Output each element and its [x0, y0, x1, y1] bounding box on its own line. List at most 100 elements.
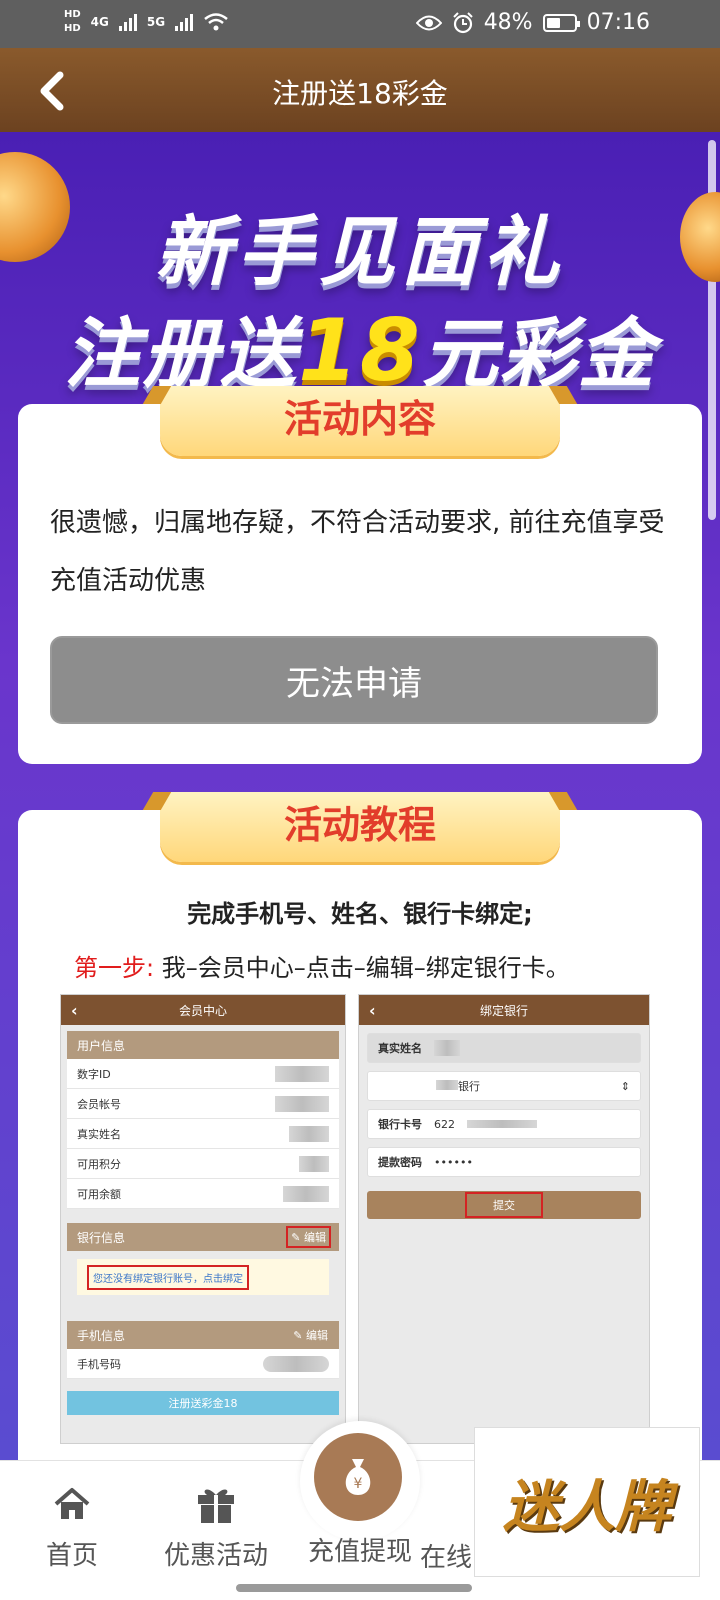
info-row-label: 可用积分 [77, 1157, 121, 1171]
screenshot-submit: 提交 [367, 1191, 641, 1219]
tab-home[interactable]: 首页 [2, 1479, 142, 1572]
chevron-left-icon: ‹ [71, 1000, 78, 1020]
info-row: 手机号码 [67, 1349, 339, 1379]
member-center-screenshot: ‹ 会员中心 用户信息 数字ID 会员帐号 真实姓名 可用积分 可用余额 银行信… [60, 994, 346, 1444]
status-left: HD HD 4G 5G [64, 8, 229, 36]
info-row-label: 手机号码 [77, 1357, 121, 1371]
tab-home-label: 首页 [45, 1541, 98, 1571]
blurred-value [263, 1355, 329, 1372]
wifi-icon [204, 13, 228, 31]
tab-recharge[interactable]: 充值提现 [290, 1531, 430, 1568]
alarm-icon [452, 11, 473, 33]
signal-icon-1 [118, 13, 137, 31]
blurred-value [289, 1125, 329, 1142]
hd-indicator: HD HD [64, 8, 81, 36]
blurred-value [283, 1185, 329, 1202]
battery-icon [542, 13, 580, 32]
name-label: 真实姓名 [378, 1042, 422, 1055]
hero-title: 新手见面礼 [155, 207, 565, 296]
money-bag-icon: ¥ [314, 1433, 402, 1521]
edit-label: 编辑 [304, 1231, 326, 1244]
bank-select-row: 银行 ⇕ [367, 1071, 641, 1101]
blurred-value [436, 1080, 458, 1090]
info-row-label: 数字ID [77, 1067, 111, 1081]
bank-select-value: 银行 [378, 1078, 480, 1094]
info-row: 真实姓名 [67, 1119, 339, 1149]
network-5g-label: 5G [146, 15, 166, 29]
page-title: 注册送18彩金 [272, 77, 448, 110]
screenshot-header: ‹ 会员中心 [61, 995, 345, 1025]
tab-online[interactable]: 在线 [420, 1531, 480, 1574]
status-right: 48% 07:16 [415, 10, 650, 35]
hd-label-1: HD [64, 9, 81, 20]
info-row: 数字ID [67, 1059, 339, 1089]
tab-online-label: 在线 [420, 1543, 473, 1573]
info-row: 可用积分 [67, 1149, 339, 1179]
apply-button[interactable]: 无法申请 [50, 636, 658, 724]
blurred-value [299, 1155, 329, 1172]
gift-icon [146, 1479, 286, 1529]
screenshot-header: ‹ 绑定银行 [359, 995, 649, 1025]
blurred-value [275, 1095, 329, 1112]
step-label: 第一步: [74, 954, 155, 982]
hero-banner: 新手见面礼 注册送18元彩金 [0, 132, 720, 402]
bind-prompt-box: 您还没有绑定银行账号，点击绑定 [77, 1259, 329, 1295]
tutorial-heading: 完成手机号、姓名、银行卡绑定; [187, 900, 533, 928]
edit-tag: ✎ 编辑 [293, 1329, 328, 1342]
tab-promotions-label: 优惠活动 [163, 1541, 268, 1571]
tutorial-step: 第一步: 我–会员中心–点击–编辑–绑定银行卡。 [74, 948, 570, 983]
blurred-value [467, 1120, 537, 1128]
edit-label: 编辑 [306, 1329, 328, 1342]
phone-info-header: 手机信息 ✎ 编辑 [67, 1321, 339, 1349]
network-4g-label: 4G [90, 15, 109, 29]
chevron-updown-icon: ⇕ [620, 1079, 630, 1093]
password-value: •••••• [434, 1155, 473, 1169]
submit-label: 提交 [465, 1192, 543, 1218]
svg-text:¥: ¥ [354, 1476, 363, 1492]
watermark-logo: 迷人牌 [474, 1427, 700, 1577]
battery-percent: 48% [483, 10, 533, 35]
bank-info-header: 银行信息 ✎ 编辑 [67, 1223, 339, 1251]
blurred-value [434, 1040, 460, 1056]
activity-card: 活动内容 很遗憾，归属地存疑，不符合活动要求, 前往充值享受充值活动优惠 无法申… [18, 386, 702, 764]
tab-recharge-label: 充值提现 [307, 1537, 412, 1567]
hd-label-2: HD [64, 23, 81, 34]
activity-ribbon: 活动内容 [160, 386, 560, 456]
hero-subtitle-suffix: 元彩金 [421, 309, 656, 398]
clock: 07:16 [586, 10, 650, 35]
chevron-left-icon: ‹ [369, 1000, 376, 1020]
bottom-tab-bar: 首页 优惠活动 ¥ 充值提现 在线 迷人牌 [0, 1421, 720, 1600]
bank-info-title: 银行信息 [77, 1230, 126, 1245]
signal-icon-2 [175, 13, 194, 31]
tutorial-ribbon: 活动教程 [160, 792, 560, 862]
bank-select-text: 银行 [458, 1080, 480, 1093]
info-row: 可用余额 [67, 1179, 339, 1209]
recharge-fab[interactable]: ¥ [300, 1421, 420, 1541]
tab-promotions[interactable]: 优惠活动 [146, 1479, 286, 1572]
user-info-header: 用户信息 [67, 1031, 339, 1059]
nav-bar: 注册送18彩金 [0, 48, 720, 132]
info-row-label: 真实姓名 [77, 1127, 121, 1141]
hero-subtitle-prefix: 注册送 [64, 309, 299, 398]
password-row: 提款密码 •••••• [367, 1147, 641, 1177]
home-icon [2, 1479, 142, 1529]
activity-message: 很遗憾，归属地存疑，不符合活动要求, 前往充值享受充值活动优惠 [50, 508, 665, 596]
card-label: 银行卡号 [378, 1118, 422, 1131]
edit-tag: ✎ 编辑 [286, 1226, 331, 1248]
screenshot-title: 绑定银行 [479, 1003, 528, 1018]
card-value: 622 [434, 1117, 455, 1131]
screenshot-bottom-button: 注册送彩金18 [67, 1391, 339, 1415]
home-indicator[interactable] [236, 1584, 472, 1592]
bind-prompt: 您还没有绑定银行账号，点击绑定 [87, 1264, 249, 1290]
name-row: 真实姓名 [367, 1033, 641, 1063]
blurred-value [275, 1065, 329, 1082]
info-row-label: 可用余额 [77, 1187, 121, 1201]
info-row: 会员帐号 [67, 1089, 339, 1119]
screenshot-title: 会员中心 [178, 1003, 227, 1018]
step-text: 我–会员中心–点击–编辑–绑定银行卡。 [161, 954, 570, 982]
bind-bank-screenshot: ‹ 绑定银行 真实姓名 银行 ⇕ 银行卡号 622 提款密码 •••••• 提交 [358, 994, 650, 1444]
content-area[interactable]: 新手见面礼 注册送18元彩金 活动内容 很遗憾，归属地存疑，不符合活动要求, 前… [0, 132, 720, 1460]
user-info-title: 用户信息 [77, 1038, 126, 1053]
phone-info-title: 手机信息 [77, 1328, 126, 1343]
info-row-label: 会员帐号 [77, 1097, 121, 1111]
